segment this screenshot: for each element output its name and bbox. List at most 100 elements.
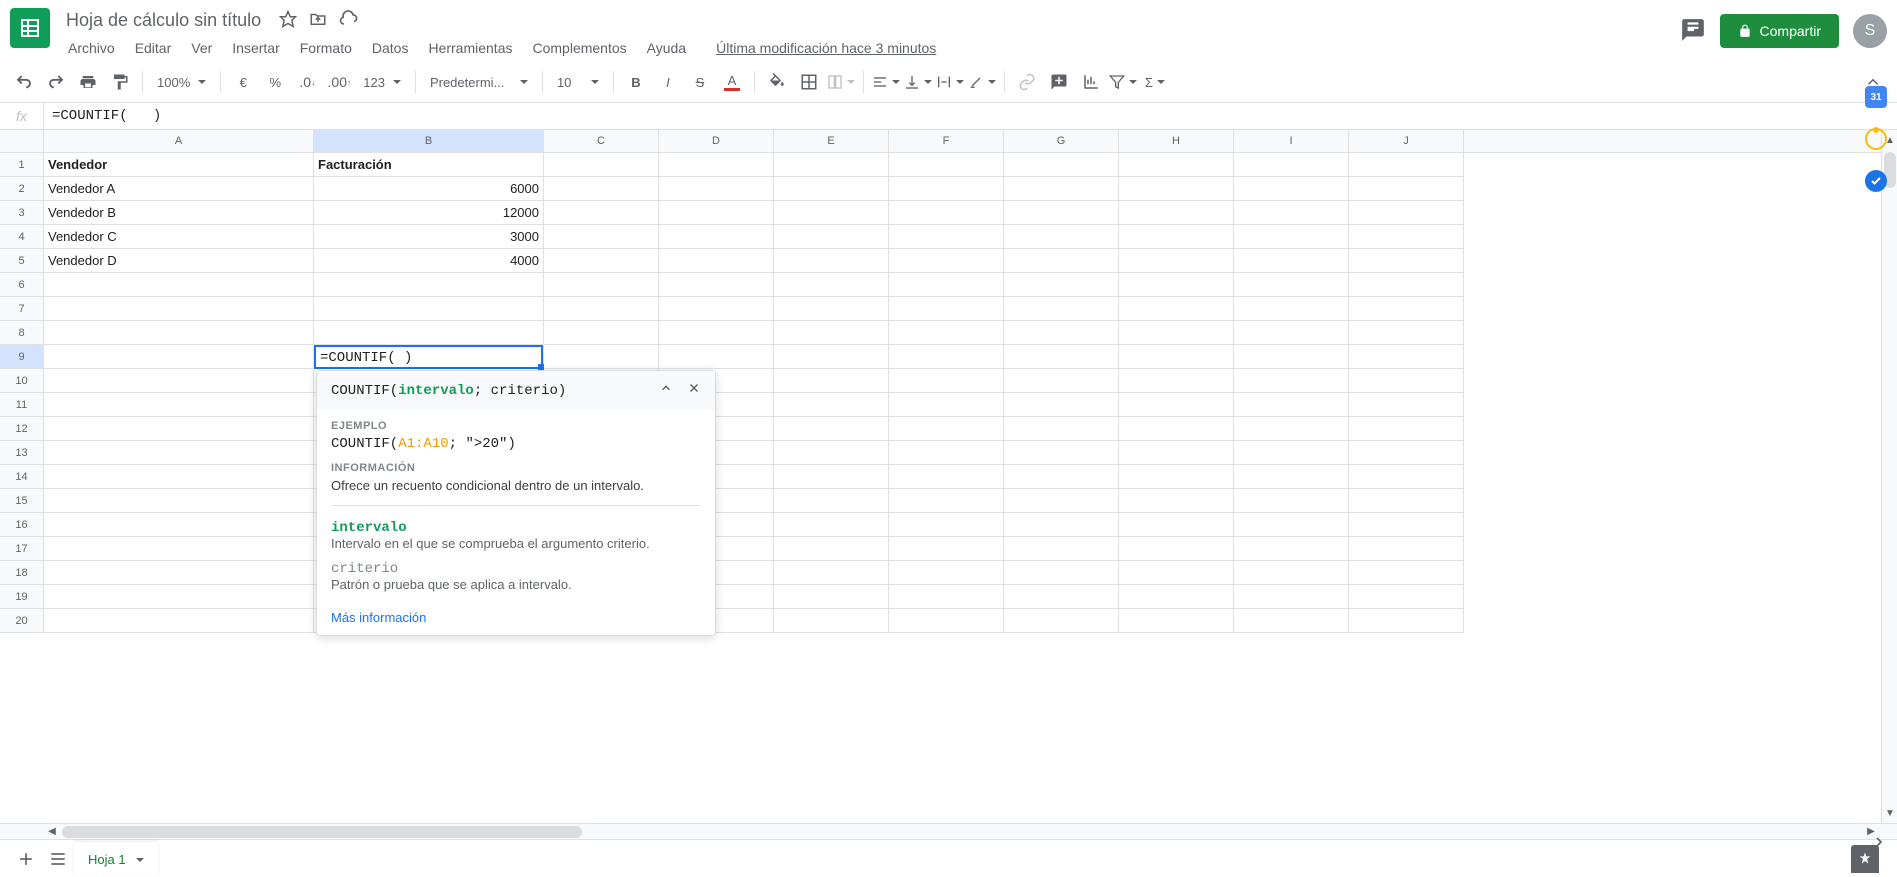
cell[interactable]	[1349, 393, 1464, 417]
cell[interactable]	[889, 201, 1004, 225]
cell[interactable]	[659, 249, 774, 273]
cell[interactable]: Vendedor A	[44, 177, 314, 201]
cell[interactable]	[1004, 489, 1119, 513]
cell[interactable]	[774, 369, 889, 393]
cell[interactable]	[314, 273, 544, 297]
cell[interactable]	[889, 225, 1004, 249]
cell[interactable]	[774, 321, 889, 345]
col-header-F[interactable]: F	[889, 130, 1004, 152]
cell[interactable]	[1004, 441, 1119, 465]
cell[interactable]	[774, 153, 889, 177]
increase-decimal-button[interactable]: .00↑	[325, 68, 353, 96]
cell[interactable]	[544, 321, 659, 345]
cell[interactable]	[44, 489, 314, 513]
col-header-H[interactable]: H	[1119, 130, 1234, 152]
font-size-select[interactable]: 10	[551, 71, 605, 94]
strikethrough-button[interactable]: S	[686, 68, 714, 96]
row-header[interactable]: 6	[0, 273, 44, 297]
cell[interactable]	[1349, 321, 1464, 345]
cell[interactable]	[1349, 249, 1464, 273]
cell[interactable]	[659, 297, 774, 321]
cell[interactable]	[1234, 561, 1349, 585]
all-sheets-button[interactable]	[42, 843, 74, 875]
cell[interactable]	[1119, 393, 1234, 417]
cell[interactable]	[44, 369, 314, 393]
menu-complementos[interactable]: Complementos	[524, 36, 634, 60]
active-cell-editor[interactable]: =COUNTIF( )	[314, 345, 543, 369]
row-header[interactable]: 19	[0, 585, 44, 609]
paint-format-button[interactable]	[106, 68, 134, 96]
menu-herramientas[interactable]: Herramientas	[420, 36, 520, 60]
col-header-I[interactable]: I	[1234, 130, 1349, 152]
cell[interactable]	[774, 225, 889, 249]
cell[interactable]	[889, 297, 1004, 321]
cell[interactable]: 3000	[314, 225, 544, 249]
cell[interactable]	[889, 537, 1004, 561]
row-header[interactable]: 11	[0, 393, 44, 417]
cell[interactable]	[889, 609, 1004, 633]
cell[interactable]	[1004, 225, 1119, 249]
vertical-scrollbar[interactable]: ▲ ▼	[1881, 130, 1897, 823]
menu-ayuda[interactable]: Ayuda	[639, 36, 694, 60]
cell[interactable]	[1119, 153, 1234, 177]
cell[interactable]	[889, 273, 1004, 297]
row-header[interactable]: 4	[0, 225, 44, 249]
cell[interactable]	[1119, 273, 1234, 297]
cell[interactable]	[1119, 225, 1234, 249]
add-sheet-button[interactable]	[10, 843, 42, 875]
cell[interactable]	[774, 489, 889, 513]
side-panel-toggle[interactable]	[1871, 834, 1887, 853]
cell[interactable]	[1349, 177, 1464, 201]
cell[interactable]	[889, 561, 1004, 585]
document-title[interactable]: Hoja de cálculo sin título	[60, 8, 267, 33]
font-family-select[interactable]: Predetermi...	[424, 71, 534, 94]
cell[interactable]	[1119, 249, 1234, 273]
undo-button[interactable]	[10, 68, 38, 96]
comments-icon[interactable]	[1680, 17, 1706, 46]
menu-ver[interactable]: Ver	[183, 36, 220, 60]
cell[interactable]	[1349, 513, 1464, 537]
cell[interactable]	[1119, 201, 1234, 225]
cell[interactable]	[1234, 393, 1349, 417]
filter-button[interactable]	[1109, 68, 1137, 96]
cell[interactable]	[544, 249, 659, 273]
sheets-logo[interactable]	[10, 8, 50, 48]
col-header-J[interactable]: J	[1349, 130, 1464, 152]
cell[interactable]	[889, 345, 1004, 369]
vertical-align-button[interactable]	[904, 68, 932, 96]
cell[interactable]	[1349, 369, 1464, 393]
cell[interactable]	[1349, 489, 1464, 513]
cell[interactable]	[44, 585, 314, 609]
cell[interactable]	[889, 153, 1004, 177]
cell[interactable]	[44, 297, 314, 321]
sheet-tab-1[interactable]: Hoja 1	[74, 842, 158, 875]
cell[interactable]	[544, 297, 659, 321]
keep-icon[interactable]	[1865, 128, 1887, 150]
row-header[interactable]: 18	[0, 561, 44, 585]
cell[interactable]	[1004, 153, 1119, 177]
col-header-D[interactable]: D	[659, 130, 774, 152]
cell[interactable]: Vendedor	[44, 153, 314, 177]
cell[interactable]	[889, 489, 1004, 513]
cell[interactable]: Facturación	[314, 153, 544, 177]
cell[interactable]	[1119, 561, 1234, 585]
cell[interactable]	[1234, 537, 1349, 561]
cell[interactable]	[889, 177, 1004, 201]
cell[interactable]	[889, 393, 1004, 417]
insert-comment-button[interactable]	[1045, 68, 1073, 96]
col-header-C[interactable]: C	[544, 130, 659, 152]
select-all-corner[interactable]	[0, 130, 44, 152]
cell[interactable]	[1349, 537, 1464, 561]
cell[interactable]	[1004, 561, 1119, 585]
share-button[interactable]: Compartir	[1720, 14, 1839, 48]
cell[interactable]	[1004, 465, 1119, 489]
cell[interactable]	[774, 393, 889, 417]
cell[interactable]	[774, 297, 889, 321]
close-tooltip-icon[interactable]	[687, 381, 701, 400]
collapse-tooltip-icon[interactable]	[659, 381, 673, 400]
cell[interactable]	[889, 417, 1004, 441]
cell[interactable]: 12000	[314, 201, 544, 225]
cell[interactable]	[1004, 249, 1119, 273]
cell[interactable]	[1234, 177, 1349, 201]
cell[interactable]	[1119, 489, 1234, 513]
